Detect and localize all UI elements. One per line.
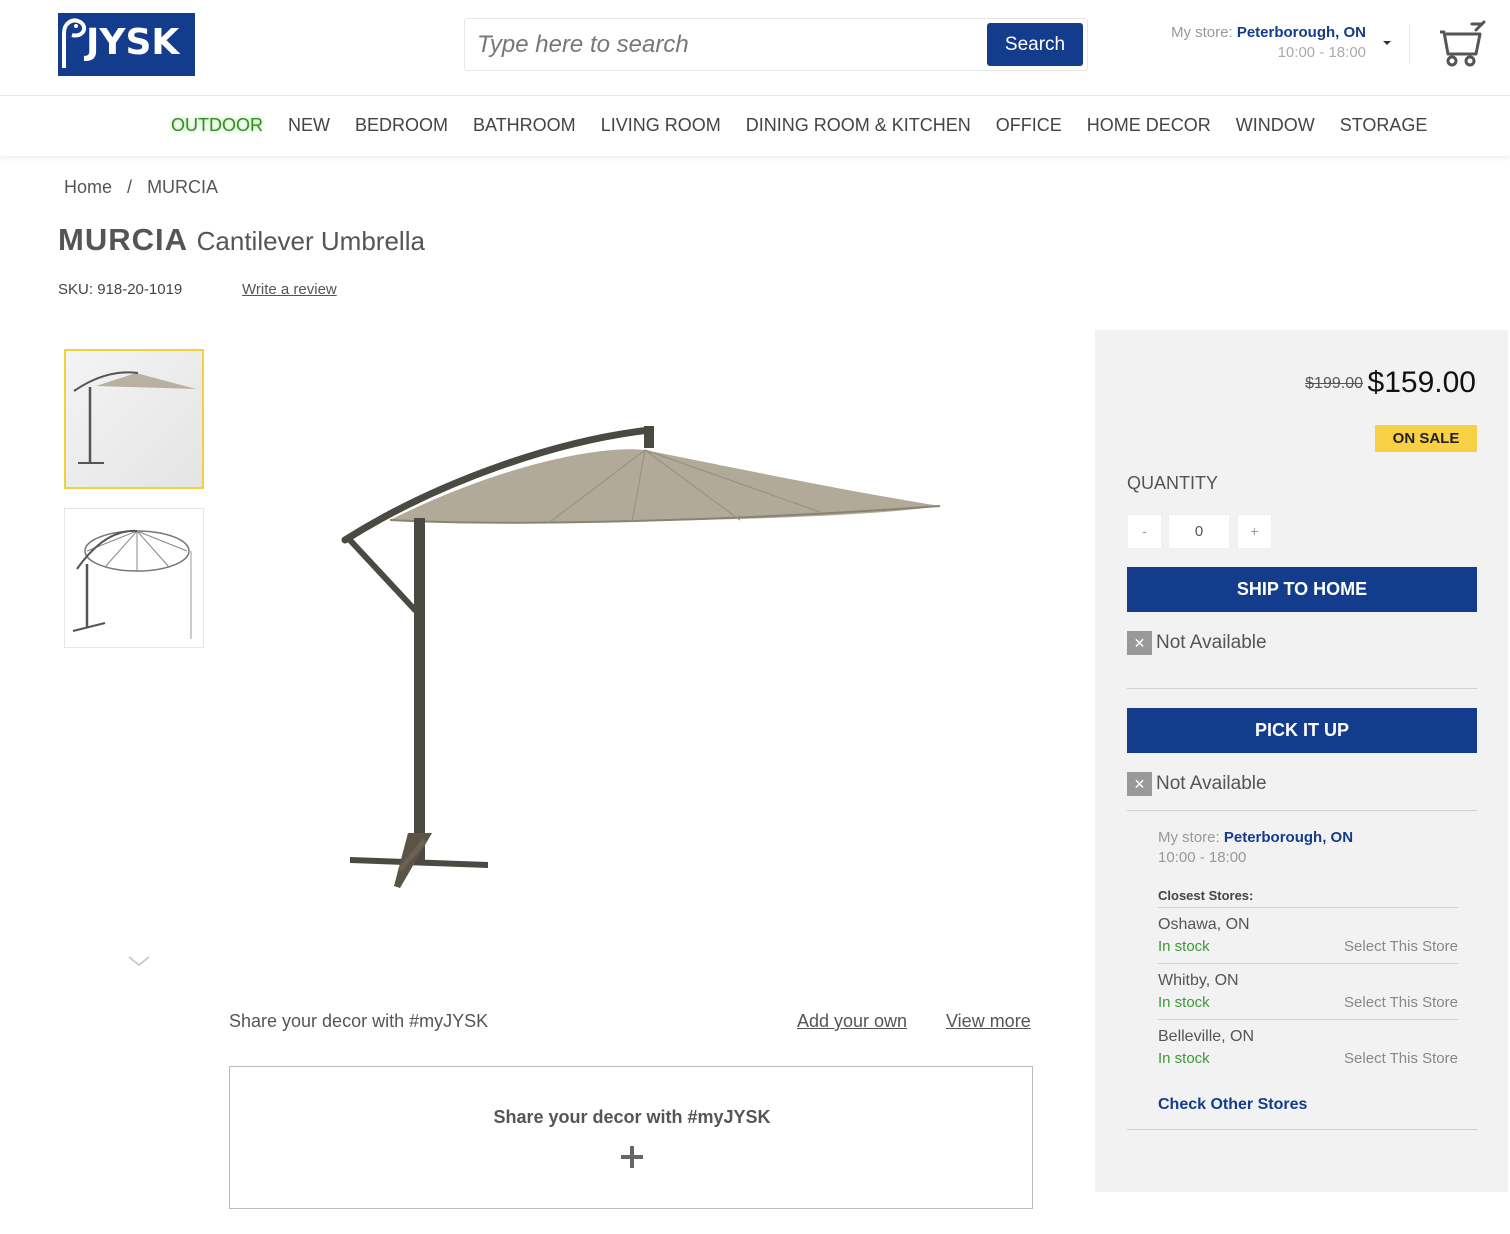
store-stock-status: In stock [1158,994,1210,1011]
select-store-link[interactable]: Select This Store [1344,1050,1458,1067]
quantity-increase-button[interactable]: + [1237,514,1272,549]
sku-label: SKU: [58,281,94,298]
nav-item-window[interactable]: WINDOW [1236,115,1315,136]
select-store-link[interactable]: Select This Store [1344,938,1458,955]
sku-value: 918-20-1019 [97,281,183,298]
product-sku: SKU: 918-20-1019 [58,281,182,298]
store-stock-status: In stock [1158,938,1210,955]
ship-status-text: Not Available [1156,632,1267,654]
pickup-status-text: Not Available [1156,773,1267,795]
nav-item-storage[interactable]: STORAGE [1340,115,1428,136]
nav-item-new[interactable]: NEW [288,115,330,136]
breadcrumb-current[interactable]: MURCIA [147,177,218,197]
header-divider [1409,24,1410,64]
select-store-link[interactable]: Select This Store [1344,994,1458,1011]
site-header: JYSK Search My store: Peterborough, ON 1… [0,0,1510,96]
closest-store-item: Belleville, ON In stock Select This Stor… [1158,1019,1458,1075]
quantity-decrease-button[interactable]: - [1127,514,1162,549]
umbrella-diagram-thumbnail [72,529,192,639]
store-city: Belleville, ON [1158,1028,1255,1045]
nav-item-bathroom[interactable]: BATHROOM [473,115,576,136]
nav-item-living-room[interactable]: LIVING ROOM [601,115,721,136]
old-price: $199.00 [1305,375,1363,392]
shopping-cart-icon[interactable] [1436,20,1486,68]
breadcrumb: Home / MURCIA [64,177,218,198]
page-title: MURCIA Cantilever Umbrella [58,222,425,258]
product-name: Cantilever Umbrella [196,226,425,256]
quantity-input[interactable] [1168,514,1230,549]
check-other-stores-link[interactable]: Check Other Stores [1158,1096,1307,1114]
my-store-label: My store: [1170,24,1233,41]
ship-availability: ✕ Not Available [1127,631,1267,655]
pickup-store-hours: 10:00 - 18:00 [1158,849,1247,866]
nav-item-home-decor[interactable]: HOME DECOR [1087,115,1211,136]
closest-store-item: Whitby, ON In stock Select This Store [1158,963,1458,1019]
closest-store-item: Oshawa, ON In stock Select This Store [1158,907,1458,963]
chevron-down-icon[interactable] [126,954,152,968]
ship-to-home-button[interactable]: SHIP TO HOME [1127,567,1477,612]
add-your-own-link[interactable]: Add your own [797,1011,907,1032]
purchase-panel: $199.00 $159.00 ON SALE QUANTITY - + SHI… [1095,330,1508,1192]
store-city: Oshawa, ON [1158,916,1250,933]
quantity-label: QUANTITY [1127,473,1219,493]
store-city: Whitby, ON [1158,972,1239,989]
divider [1127,810,1477,811]
unavailable-x-icon: ✕ [1127,772,1152,796]
on-sale-badge: ON SALE [1375,425,1477,452]
pick-it-up-button[interactable]: PICK IT UP [1127,708,1477,753]
my-store-selector[interactable]: My store: Peterborough, ON 10:00 - 18:00 [1130,24,1366,61]
view-more-link[interactable]: View more [946,1011,1031,1032]
write-review-link[interactable]: Write a review [242,281,337,298]
unavailable-x-icon: ✕ [1127,631,1152,655]
pickup-store-label: My store: [1158,829,1220,846]
breadcrumb-home[interactable]: Home [64,177,112,197]
caret-down-icon[interactable] [1380,36,1394,50]
pickup-availability: ✕ Not Available [1127,772,1267,796]
product-brand: MURCIA [58,222,188,257]
search-box: Search [464,18,1088,71]
nav-item-dining-room-kitchen[interactable]: DINING ROOM & KITCHEN [746,115,971,136]
logo-text: JYSK [86,22,180,63]
divider [1127,1129,1477,1130]
nav-item-office[interactable]: OFFICE [996,115,1062,136]
nav-item-bedroom[interactable]: BEDROOM [355,115,448,136]
current-price: $159.00 [1367,366,1476,399]
jysk-logo[interactable]: JYSK [58,13,195,76]
my-store-name: Peterborough, ON [1236,24,1366,41]
closest-stores-list: Oshawa, ON In stock Select This Store Wh… [1158,907,1458,1075]
share-decor-box[interactable]: Share your decor with #myJYSK [229,1066,1033,1209]
store-stock-status: In stock [1158,1050,1210,1067]
divider [1127,688,1477,689]
main-navigation: OUTDOOR NEW BEDROOM BATHROOM LIVING ROOM… [0,96,1510,156]
nav-item-outdoor[interactable]: OUTDOOR [171,115,263,136]
pickup-my-store: My store: Peterborough, ON 10:00 - 18:00 [1158,829,1353,866]
product-thumbnail-1[interactable] [64,349,204,489]
share-decor-text: Share your decor with #myJYSK [229,1011,489,1031]
share-box-title: Share your decor with #myJYSK [493,1107,771,1127]
product-main-image[interactable] [300,410,960,910]
closest-stores-label: Closest Stores: [1158,888,1254,903]
search-button[interactable]: Search [987,23,1083,66]
pickup-store-name[interactable]: Peterborough, ON [1224,829,1353,846]
my-store-hours: 10:00 - 18:00 [1277,44,1366,61]
plus-icon[interactable] [619,1144,645,1170]
breadcrumb-separator: / [127,177,133,197]
product-thumbnail-2[interactable] [64,508,204,648]
search-input[interactable] [477,27,977,63]
umbrella-thumbnail-image [66,351,202,487]
